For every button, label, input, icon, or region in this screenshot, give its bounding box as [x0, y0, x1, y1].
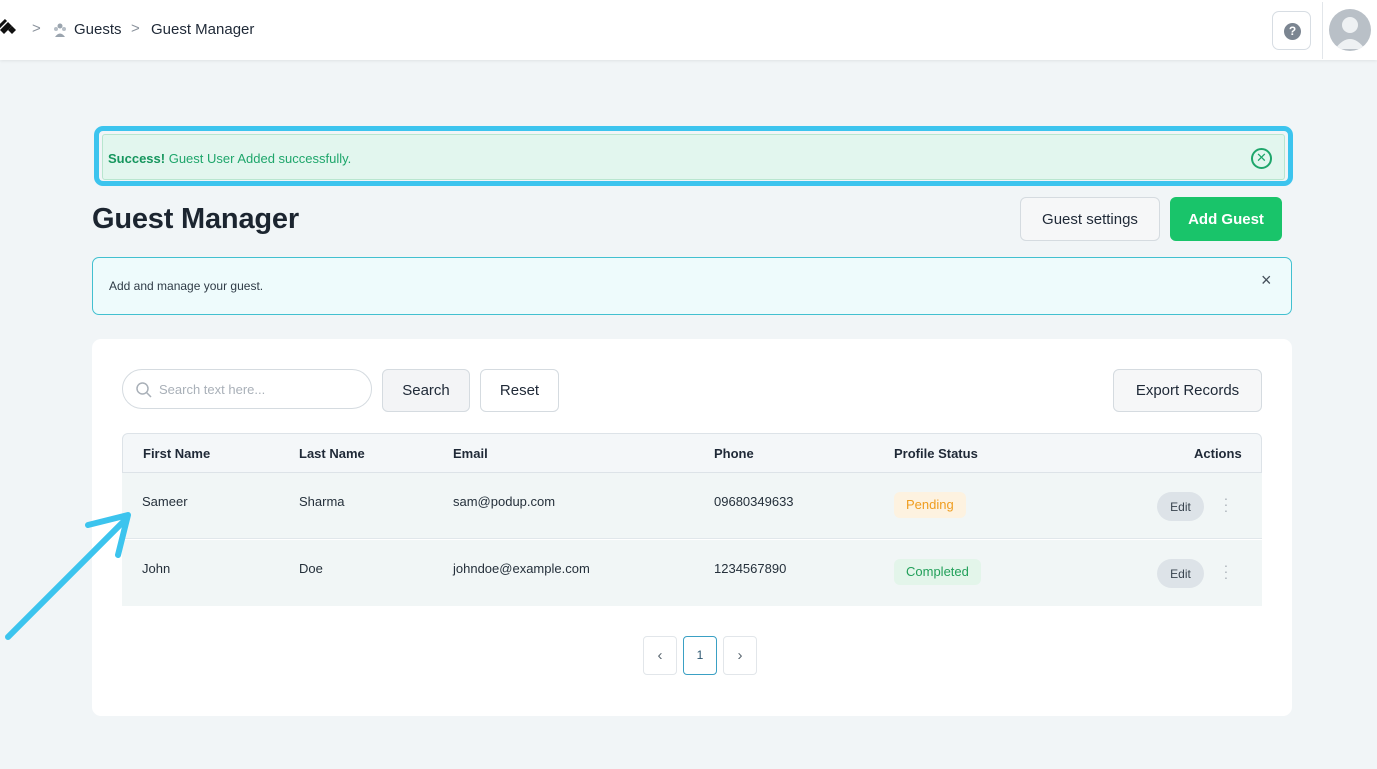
column-header-email[interactable]: Email — [453, 446, 488, 461]
status-badge: Pending — [894, 492, 966, 518]
close-icon[interactable]: × — [1261, 270, 1272, 291]
more-options-icon[interactable]: · · · — [1223, 491, 1229, 517]
breadcrumb-separator: > — [131, 20, 140, 37]
page-number-button[interactable]: 1 — [683, 636, 717, 675]
edit-button[interactable]: Edit — [1157, 559, 1204, 588]
help-button[interactable]: ? — [1272, 11, 1311, 50]
annotation-arrow-icon — [5, 512, 131, 640]
table-row[interactable]: Sameer Sharma sam@podup.com 09680349633 … — [122, 473, 1262, 539]
cell-first-name: Sameer — [142, 494, 188, 509]
search-box[interactable] — [122, 369, 372, 409]
previous-page-button[interactable]: ‹ — [643, 636, 677, 675]
logo-icon[interactable] — [0, 17, 20, 43]
cell-first-name: John — [142, 561, 171, 576]
search-button[interactable]: Search — [382, 369, 470, 412]
cell-email: johndoe@example.com — [453, 561, 590, 576]
user-menu[interactable] — [1322, 2, 1377, 59]
alert-text: Guest User Added successfully. — [165, 151, 352, 166]
export-records-button[interactable]: Export Records — [1113, 369, 1262, 412]
guest-settings-button[interactable]: Guest settings — [1020, 197, 1160, 241]
user-icon — [1335, 17, 1365, 49]
avatar[interactable] — [1329, 9, 1371, 51]
breadcrumb-separator: > — [32, 20, 41, 37]
guest-table-card: Search Reset Export Records First Name L… — [92, 339, 1292, 716]
close-circle-icon[interactable]: ✕ — [1251, 148, 1272, 169]
cell-phone: 09680349633 — [714, 494, 794, 509]
top-bar: > Guests > Guest Manager ? — [0, 0, 1377, 60]
column-header-first-name[interactable]: First Name — [143, 446, 210, 461]
more-options-icon[interactable]: · · · — [1223, 558, 1229, 584]
table-row[interactable]: John Doe johndoe@example.com 1234567890 … — [122, 540, 1262, 606]
table-header: First Name Last Name Email Phone Profile… — [122, 433, 1262, 473]
cell-phone: 1234567890 — [714, 561, 787, 576]
add-guest-button[interactable]: Add Guest — [1170, 197, 1282, 241]
page-title: Guest Manager — [92, 203, 299, 235]
search-input[interactable] — [159, 378, 359, 400]
search-icon — [136, 382, 152, 398]
success-alert: Success! Guest User Added successfully. … — [102, 134, 1285, 180]
reset-button[interactable]: Reset — [480, 369, 559, 412]
breadcrumb-guests[interactable]: Guests — [74, 21, 122, 38]
cell-email: sam@podup.com — [453, 494, 556, 509]
column-header-profile-status[interactable]: Profile Status — [894, 446, 978, 461]
next-page-button[interactable]: › — [723, 636, 757, 675]
column-header-last-name[interactable]: Last Name — [299, 446, 365, 461]
help-icon: ? — [1284, 23, 1301, 40]
cell-last-name: Doe — [299, 561, 323, 576]
alert-title: Success! — [108, 151, 166, 166]
column-header-phone[interactable]: Phone — [714, 446, 754, 461]
status-badge: Completed — [894, 559, 981, 585]
cell-last-name: Sharma — [299, 494, 345, 509]
column-header-actions: Actions — [1194, 446, 1242, 461]
breadcrumb-guest-manager: Guest Manager — [151, 21, 255, 38]
guests-icon — [54, 23, 66, 37]
info-banner: Add and manage your guest. × — [92, 257, 1292, 315]
alert-message: Success! Guest User Added successfully. — [108, 151, 351, 166]
edit-button[interactable]: Edit — [1157, 492, 1204, 521]
info-text: Add and manage your guest. — [109, 279, 264, 293]
